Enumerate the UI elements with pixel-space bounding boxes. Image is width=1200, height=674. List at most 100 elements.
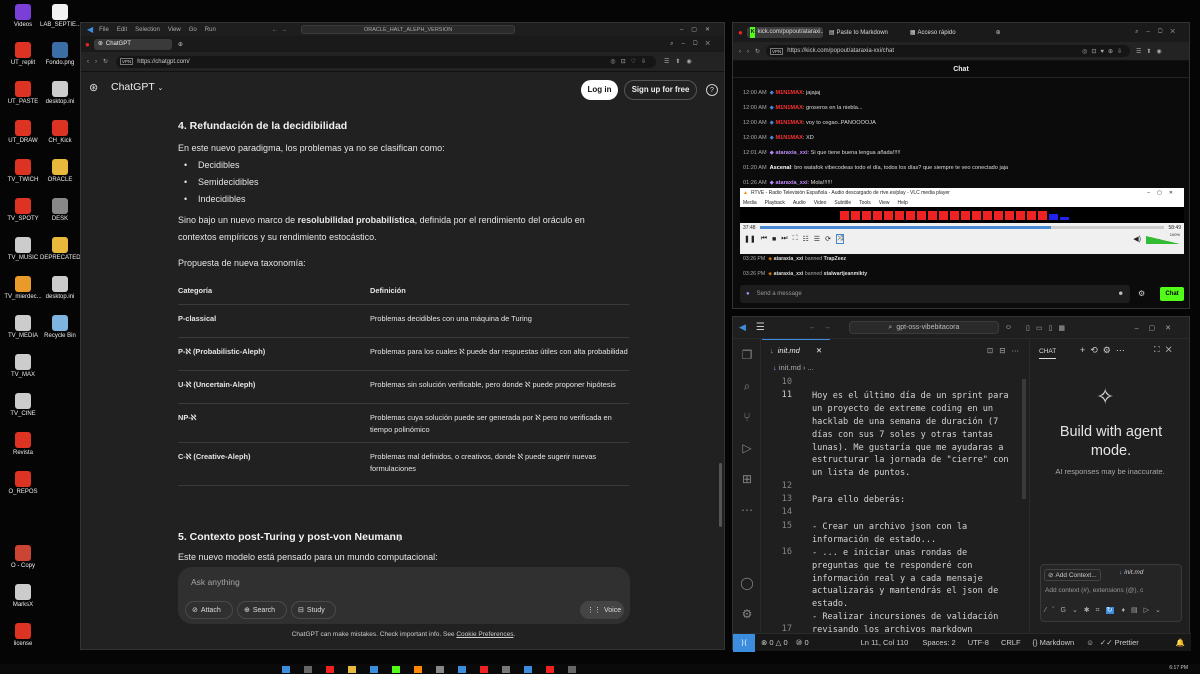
window-controls[interactable]: ⌕‒▢✕	[1135, 29, 1183, 36]
menu-item[interactable]: File	[99, 27, 109, 33]
nav-buttons[interactable]: ‹›↻	[87, 58, 114, 65]
mic-icon[interactable]: ●	[746, 291, 750, 297]
explorer-icon[interactable]: ❐	[739, 348, 755, 364]
browser-menu-icon[interactable]: ☰⬆◉	[664, 58, 698, 65]
shuffle-icon[interactable]: ⤨	[835, 234, 844, 244]
nav-arrows-icon[interactable]: ← →	[272, 27, 287, 33]
chat-prompt-input[interactable]: Add context (#), extensions (@), c	[1045, 587, 1181, 594]
url-box[interactable]: VPN https://kick.com/popout/ataraxia-xxi…	[766, 45, 1131, 57]
menu-item[interactable]: Selection	[135, 27, 160, 33]
desktop-icon[interactable]: UT_replit	[3, 42, 43, 67]
ports-indicator[interactable]: ⑩ 0	[796, 638, 809, 647]
chat-input-box[interactable]: ⊘ Add Context... ↓ init.md Add context (#)…	[1040, 564, 1182, 622]
desktop-icon[interactable]: Fondo.png	[40, 42, 80, 67]
menu-item[interactable]: Edit	[117, 27, 127, 33]
code-editor[interactable]: 10 11 Hoy es el último día de un sprint pa…	[762, 375, 1024, 633]
search-icon[interactable]: ⌕	[739, 379, 755, 395]
desktop-icon[interactable]: Recycle Bin	[40, 315, 80, 340]
chat-input[interactable]: ● Send a message ☻	[740, 285, 1130, 303]
log-target[interactable]: TrapZeez	[824, 256, 847, 262]
desktop-icon[interactable]: Videos	[3, 4, 43, 29]
desktop-icon[interactable]: TV_mierdec...	[3, 276, 43, 301]
desktop-icon[interactable]: TV_MUSIC	[3, 237, 43, 262]
desktop-icon[interactable]: O_REPOS	[3, 471, 43, 496]
desktop-icon[interactable]: TV_TWICH	[3, 159, 43, 184]
pause-icon[interactable]: ❚❚	[744, 235, 756, 243]
add-context-button[interactable]: ⊘ Add Context...	[1044, 569, 1101, 581]
volume-icon[interactable]: ◀)	[1133, 235, 1141, 243]
desktop-icon[interactable]: LAB_SEPTIE...	[40, 4, 81, 29]
log-moderator[interactable]: ataraxia_xxi	[774, 271, 804, 277]
command-center[interactable]: ⌕ gpt-oss-vibebitacora	[848, 321, 999, 334]
emoji-icon[interactable]: ☻	[1118, 291, 1124, 297]
agent-mode-icon[interactable]: ↻	[1105, 607, 1114, 614]
log-moderator[interactable]: ataraxia_xxi	[774, 256, 804, 262]
chat-username[interactable]: M1N1MAX	[776, 135, 803, 141]
scrollbar[interactable]	[719, 463, 722, 527]
desktop-icon[interactable]: desktop.ini	[40, 81, 80, 106]
more-icon[interactable]: ⋯	[739, 503, 755, 519]
tab-chatgpt[interactable]: ⊛ ChatGPT	[93, 38, 172, 50]
vlc-progress[interactable]	[759, 226, 1165, 229]
url-box[interactable]: VPN https://chatgpt.com/ ◎⊡♡⇩	[116, 55, 657, 68]
taskbar-icons[interactable]	[282, 666, 576, 673]
settings-icon[interactable]: ⚙	[1138, 289, 1145, 298]
chat-toolbar-icons[interactable]: +⟲⚙⋯	[1080, 345, 1130, 356]
encoding[interactable]: UTF-8	[968, 638, 989, 647]
log-target[interactable]: stalwartjeanmikty	[824, 271, 868, 277]
desktop-icon[interactable]: DEPRECATED	[40, 237, 81, 262]
volume-slider[interactable]: 100%	[1146, 232, 1180, 244]
editor-scrollbar[interactable]	[1022, 379, 1026, 499]
desktop-icon[interactable]: TV_CINE	[3, 393, 43, 418]
manage-icon[interactable]: ⚙	[739, 607, 755, 623]
extensions-icon[interactable]: ⊞	[739, 472, 755, 488]
browser-menu-icon[interactable]: ☰⬆◉	[1136, 48, 1167, 55]
desktop-icon[interactable]: license	[3, 623, 43, 648]
indentation[interactable]: Spaces: 2	[922, 638, 955, 647]
prompt-input[interactable]: Ask anything	[191, 577, 240, 587]
vpn-badge[interactable]: VPN	[120, 58, 134, 65]
maximize-close-icons[interactable]: ⛶✕	[1154, 345, 1178, 355]
stop-icon[interactable]: ■	[772, 236, 776, 243]
layout-icons[interactable]: ▯▭▯▦	[1026, 324, 1071, 332]
notifications-icon[interactable]: 🔔	[1176, 638, 1185, 647]
vlc-menu-item[interactable]: Tools	[859, 200, 871, 206]
desktop-icon[interactable]: ORACLE	[40, 159, 80, 184]
account-icon[interactable]: ◯	[739, 576, 755, 592]
cookie-link[interactable]: Cookie Preferences	[456, 631, 513, 638]
run-debug-icon[interactable]: ▷	[739, 441, 755, 457]
desktop-icon[interactable]: O - Copy	[3, 545, 43, 570]
signup-button[interactable]: Sign up for free	[624, 80, 697, 100]
hamburger-menu-icon[interactable]: ☰	[756, 322, 765, 333]
chat-input-actions[interactable]: ⁄ˇG⌄✱⌗↻ ♦▤▷⌄	[1045, 606, 1167, 615]
vlc-menu-item[interactable]: Video	[814, 200, 827, 206]
chat-send-button[interactable]: Chat	[1160, 287, 1184, 301]
prev-icon[interactable]: ⏮	[761, 235, 767, 243]
vlc-menu-item[interactable]: Media	[743, 200, 757, 206]
tab-paste[interactable]: ▤ Paste to Markdown	[829, 29, 888, 37]
window-title-box[interactable]: ORACLE_HALT_ALEPH_VERSION	[301, 25, 516, 34]
next-icon[interactable]: ⏭	[781, 235, 787, 243]
window-controls[interactable]: ‒▢✕	[1135, 324, 1181, 332]
vpn-badge[interactable]: VPN	[770, 47, 784, 55]
new-tab-button[interactable]: ⊕	[996, 29, 1001, 36]
nav-arrows-icon[interactable]: ←→	[809, 324, 839, 331]
vlc-menu-item[interactable]: Audio	[793, 200, 806, 206]
prettier-status[interactable]: ✓✓ Prettier	[1100, 638, 1139, 647]
chat-username[interactable]: Ascenal	[770, 165, 791, 171]
remote-button[interactable]: ⟩⟨	[733, 633, 755, 652]
cursor-position[interactable]: Ln 11, Col 110	[861, 638, 909, 647]
clock[interactable]: 6:17 PM	[1169, 665, 1188, 671]
chat-username[interactable]: M1N1MAX	[776, 105, 803, 111]
close-icon[interactable]: ✕	[816, 346, 822, 355]
url-actions-icon[interactable]: ◎⊡♥⊕⇩	[1082, 48, 1126, 55]
desktop-icon[interactable]: MarksX	[3, 584, 43, 609]
scroll-down-icon[interactable]: ↓	[397, 533, 402, 543]
chat-username[interactable]: ataraxia_xxi	[776, 150, 808, 156]
chat-username[interactable]: M1N1MAX	[776, 120, 803, 126]
problems-indicator[interactable]: ⊗ 0 △ 0	[761, 638, 788, 647]
tab-controls[interactable]: ⌕‒▢✕	[670, 41, 718, 48]
desktop-icon[interactable]: TV_SPOTY	[3, 198, 43, 223]
editor-actions-icon[interactable]: ⊡⊟⋯	[987, 346, 1025, 355]
chat-username[interactable]: ataraxia_xxi	[776, 180, 808, 186]
